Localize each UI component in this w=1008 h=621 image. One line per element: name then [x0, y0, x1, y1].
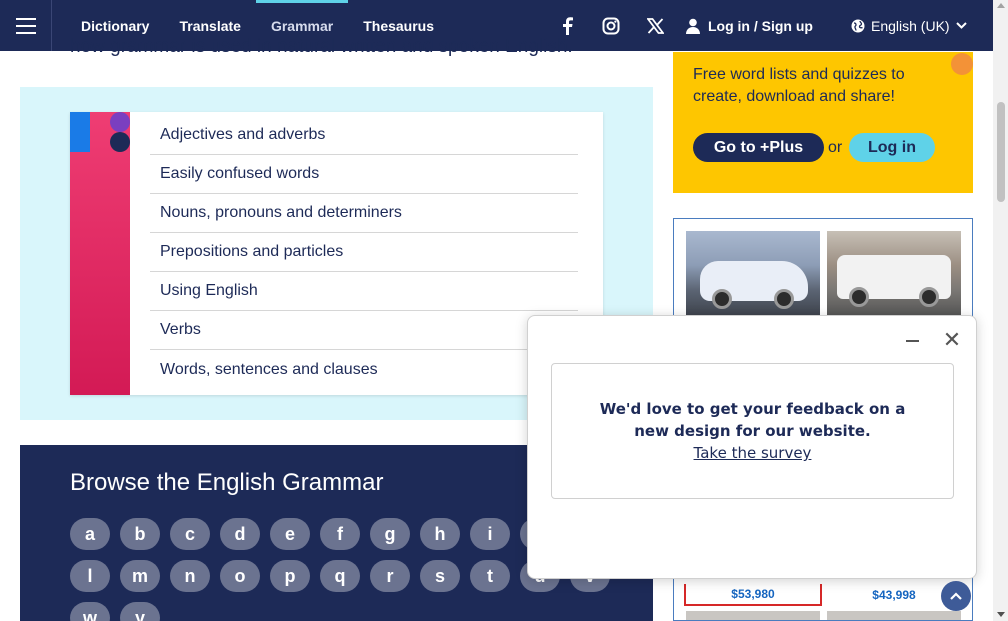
ad-car-image[interactable] [686, 611, 820, 620]
feedback-content: We'd love to get your feedback on a new … [551, 363, 954, 499]
letter-button[interactable]: y [120, 602, 160, 621]
topic-list: Adjectives and adverbs Easily confused w… [150, 116, 578, 389]
ad-car-image[interactable] [827, 231, 961, 316]
letter-button[interactable]: c [170, 518, 210, 550]
hamburger-menu-icon[interactable] [0, 0, 52, 51]
chevron-up-icon [950, 592, 962, 600]
letter-button[interactable]: l [70, 560, 110, 592]
ad-car-image[interactable] [827, 611, 961, 620]
topic-prepositions-particles[interactable]: Prepositions and particles [150, 233, 578, 272]
take-survey-link[interactable]: Take the survey [694, 442, 812, 464]
grammar-topics-card: Adjectives and adverbs Easily confused w… [70, 112, 603, 395]
letter-button[interactable]: s [420, 560, 460, 592]
letter-button[interactable]: o [220, 560, 260, 592]
letter-button[interactable]: e [270, 518, 310, 550]
ad-price[interactable]: $53,980 [684, 584, 822, 606]
close-icon[interactable]: ✕ [942, 329, 962, 351]
go-to-plus-button[interactable]: Go to +Plus [693, 133, 824, 162]
letter-button[interactable]: b [120, 518, 160, 550]
globe-icon [851, 19, 865, 32]
plus-promo-box: Free word lists and quizzes to create, d… [673, 52, 973, 193]
instagram-icon[interactable] [589, 0, 633, 51]
minimize-icon[interactable] [904, 330, 920, 352]
letter-button[interactable]: n [170, 560, 210, 592]
feedback-popup: ✕ We'd love to get your feedback on a ne… [527, 315, 977, 579]
letter-button[interactable]: f [320, 518, 360, 550]
scroll-up-arrow[interactable] [997, 3, 1005, 8]
topic-verbs[interactable]: Verbs [150, 311, 578, 350]
letter-button[interactable]: g [370, 518, 410, 550]
letter-button[interactable]: q [320, 560, 360, 592]
back-to-top-button[interactable] [941, 581, 971, 611]
letter-button[interactable]: p [270, 560, 310, 592]
letter-button[interactable]: t [470, 560, 510, 592]
user-icon [686, 18, 700, 34]
feedback-message: We'd love to get your feedback on a new … [599, 400, 906, 440]
letter-button[interactable]: r [370, 560, 410, 592]
scrollbar-thumb[interactable] [997, 102, 1005, 202]
letter-button[interactable]: d [220, 518, 260, 550]
plus-promo-text: Free word lists and quizzes to create, d… [693, 66, 905, 105]
topic-words-sentences-clauses[interactable]: Words, sentences and clauses [150, 350, 578, 389]
language-label: English (UK) [871, 17, 950, 34]
topic-adjectives-adverbs[interactable]: Adjectives and adverbs [150, 116, 578, 155]
decorative-dot [951, 53, 973, 75]
scroll-down-arrow[interactable] [997, 612, 1005, 617]
chevron-down-icon [955, 22, 967, 29]
topic-easily-confused-words[interactable]: Easily confused words [150, 155, 578, 194]
letter-button[interactable]: w [70, 602, 110, 621]
topic-nouns-pronouns-determiners[interactable]: Nouns, pronouns and determiners [150, 194, 578, 233]
browse-title: Browse the English Grammar [70, 469, 384, 496]
login-label: Log in / Sign up [708, 17, 813, 34]
intro-text: how grammar is used in natural written a… [70, 36, 573, 57]
letter-button[interactable]: h [420, 518, 460, 550]
plus-login-button[interactable]: Log in [849, 133, 935, 162]
x-icon[interactable] [633, 0, 677, 51]
letter-button[interactable]: m [120, 560, 160, 592]
topic-using-english[interactable]: Using English [150, 272, 578, 311]
decorative-strip [70, 112, 130, 395]
or-text: or [828, 139, 843, 156]
page-scrollbar[interactable] [993, 0, 1008, 621]
language-selector[interactable]: English (UK) [851, 0, 967, 51]
login-signup-link[interactable]: Log in / Sign up [686, 0, 813, 51]
letter-button[interactable]: a [70, 518, 110, 550]
ad-car-image[interactable] [686, 231, 820, 316]
letter-button[interactable]: i [470, 518, 510, 550]
